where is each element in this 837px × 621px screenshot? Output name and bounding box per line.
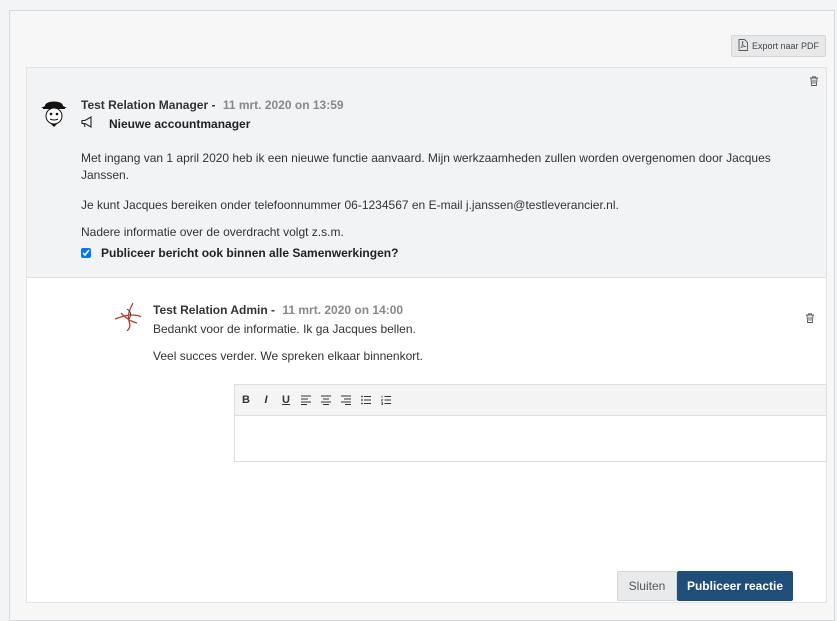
align-center-icon[interactable]: [321, 395, 331, 405]
align-left-icon[interactable]: [301, 395, 311, 405]
editor-toolbar: B I U: [235, 385, 826, 416]
numbered-list-icon[interactable]: [381, 395, 391, 405]
post-subject: Nieuwe accountmanager: [81, 116, 250, 131]
reply-date: 11 mrt. 2020 on 14:00: [282, 303, 404, 317]
publish-reply-button[interactable]: Publiceer reactie: [677, 571, 793, 601]
bold-button[interactable]: B: [241, 394, 251, 406]
reply-textarea[interactable]: [235, 416, 826, 462]
reply-line: Veel succes verder. We spreken elkaar bi…: [153, 349, 423, 363]
megaphone-icon: [81, 116, 95, 131]
reply-header: Test Relation Admin - 11 mrt. 2020 on 14…: [153, 303, 403, 317]
reply-author: Test Relation Admin -: [153, 303, 276, 317]
export-pdf-button[interactable]: Export naar PDF: [730, 35, 826, 57]
pdf-icon: [738, 39, 748, 53]
italic-button[interactable]: I: [261, 394, 271, 406]
reply-line: Bedankt voor de informatie. Ik ga Jacque…: [153, 322, 416, 336]
reply-editor: B I U: [234, 384, 827, 462]
post-paragraph: Je kunt Jacques bereiken onder telefoonn…: [81, 198, 619, 212]
export-pdf-label: Export naar PDF: [751, 41, 819, 51]
publish-in-collaborations-label: Publiceer bericht ook binnen alle Samenw…: [101, 246, 399, 260]
post: Test Relation Manager - 11 mrt. 2020 on …: [27, 68, 826, 278]
align-right-icon[interactable]: [341, 395, 351, 405]
post-date: 11 mrt. 2020 on 13:59: [222, 98, 344, 112]
post-paragraph: Met ingang van 1 april 2020 heb ik een n…: [81, 151, 771, 182]
close-button[interactable]: Sluiten: [617, 571, 677, 601]
underline-button[interactable]: U: [281, 394, 291, 406]
avatar-bowler-hat: [39, 96, 69, 128]
post-header: Test Relation Manager - 11 mrt. 2020 on …: [81, 98, 344, 112]
post-subject-text: Nieuwe accountmanager: [109, 116, 251, 131]
post-paragraph: Nadere informatie over de overdracht vol…: [81, 225, 344, 239]
delete-post-trash-icon[interactable]: [808, 75, 820, 87]
avatar-scribble: [113, 301, 143, 332]
bullet-list-icon[interactable]: [361, 395, 371, 405]
publish-in-collaborations-checkbox[interactable]: [81, 248, 91, 258]
post-author: Test Relation Manager -: [81, 98, 216, 112]
delete-reply-trash-icon[interactable]: [804, 312, 816, 324]
publish-in-collaborations-option[interactable]: Publiceer bericht ook binnen alle Samenw…: [81, 246, 398, 260]
message-panel: Export naar PDF Test Relation Manager - …: [9, 10, 835, 621]
thread-card: Test Relation Manager - 11 mrt. 2020 on …: [26, 67, 827, 603]
